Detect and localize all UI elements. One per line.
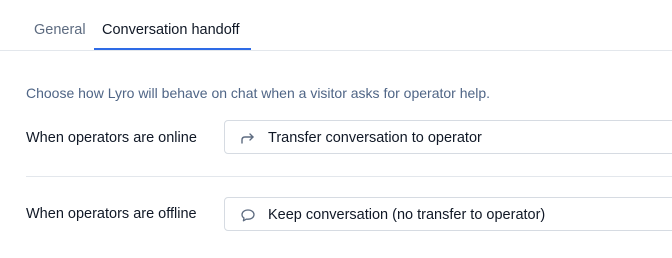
tab-bar: General Conversation handoff [0, 0, 672, 51]
online-setting-label: When operators are online [26, 130, 197, 146]
offline-behavior-select[interactable]: Keep conversation (no transfer to operat… [224, 197, 672, 231]
offline-selected-value: Keep conversation (no transfer to operat… [268, 207, 546, 223]
conversation-handoff-settings: General Conversation handoff Choose how … [0, 0, 672, 258]
tab-general[interactable]: General [34, 20, 86, 40]
online-behavior-select[interactable]: Transfer conversation to operator [224, 120, 672, 154]
chat-bubble-icon [239, 206, 257, 224]
section-divider [26, 176, 672, 177]
handoff-description: Choose how Lyro will behave on chat when… [26, 85, 491, 101]
forward-arrow-icon [239, 129, 257, 147]
active-tab-indicator [94, 48, 251, 50]
offline-setting-label: When operators are offline [26, 206, 197, 222]
online-selected-value: Transfer conversation to operator [268, 130, 482, 146]
tab-conversation-handoff[interactable]: Conversation handoff [102, 20, 240, 40]
